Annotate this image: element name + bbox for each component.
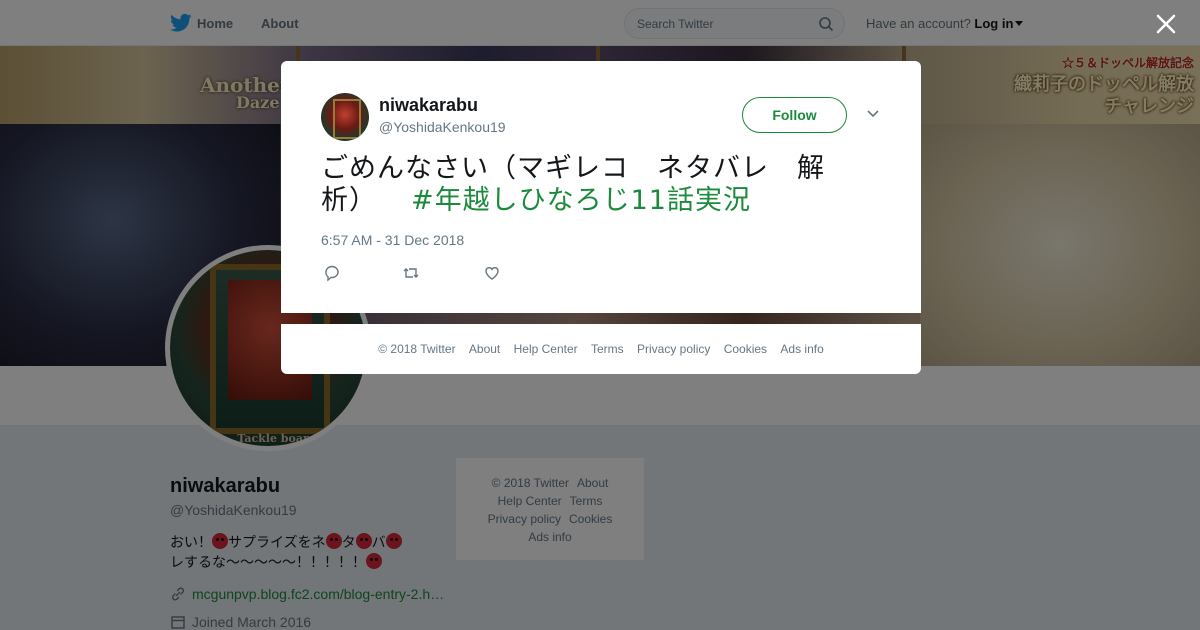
tweet-modal: niwakarabu @YoshidaKenkou19 Follow ごめんなさ…	[281, 61, 921, 313]
tweet-author-handle[interactable]: @YoshidaKenkou19	[379, 119, 506, 135]
chevron-down-icon[interactable]	[866, 109, 880, 119]
reply-icon[interactable]	[323, 264, 341, 282]
modal-footer-help-link[interactable]: Help Center	[514, 342, 578, 356]
like-icon[interactable]	[483, 264, 501, 282]
tweet-timestamp[interactable]: 6:57 AM - 31 Dec 2018	[321, 232, 464, 248]
tweet-hashtag-link[interactable]: #年越しひなろじ11話実況	[411, 185, 751, 216]
tweet-author-name[interactable]: niwakarabu	[379, 95, 478, 116]
modal-footer-ads-link[interactable]: Ads info	[780, 342, 823, 356]
retweet-icon[interactable]	[402, 264, 420, 282]
modal-footer-terms-link[interactable]: Terms	[591, 342, 624, 356]
modal-footer-about-link[interactable]: About	[469, 342, 500, 356]
modal-footer: © 2018 Twitter About Help Center Terms P…	[281, 324, 921, 374]
close-icon[interactable]	[1155, 13, 1177, 35]
tweet-text: ごめんなさい（マギレコ ネタバレ 解 析） #年越しひなろじ11話実況	[321, 153, 841, 217]
modal-footer-cookies-link[interactable]: Cookies	[724, 342, 767, 356]
tweet-text-line1: ごめんなさい（マギレコ ネタバレ 解	[321, 153, 825, 184]
tweet-text-line2: 析）	[321, 185, 377, 216]
follow-button[interactable]: Follow	[742, 97, 847, 133]
tweet-author-avatar[interactable]	[321, 93, 369, 141]
modal-footer-copyright: © 2018 Twitter	[378, 342, 456, 356]
modal-footer-privacy-link[interactable]: Privacy policy	[637, 342, 710, 356]
